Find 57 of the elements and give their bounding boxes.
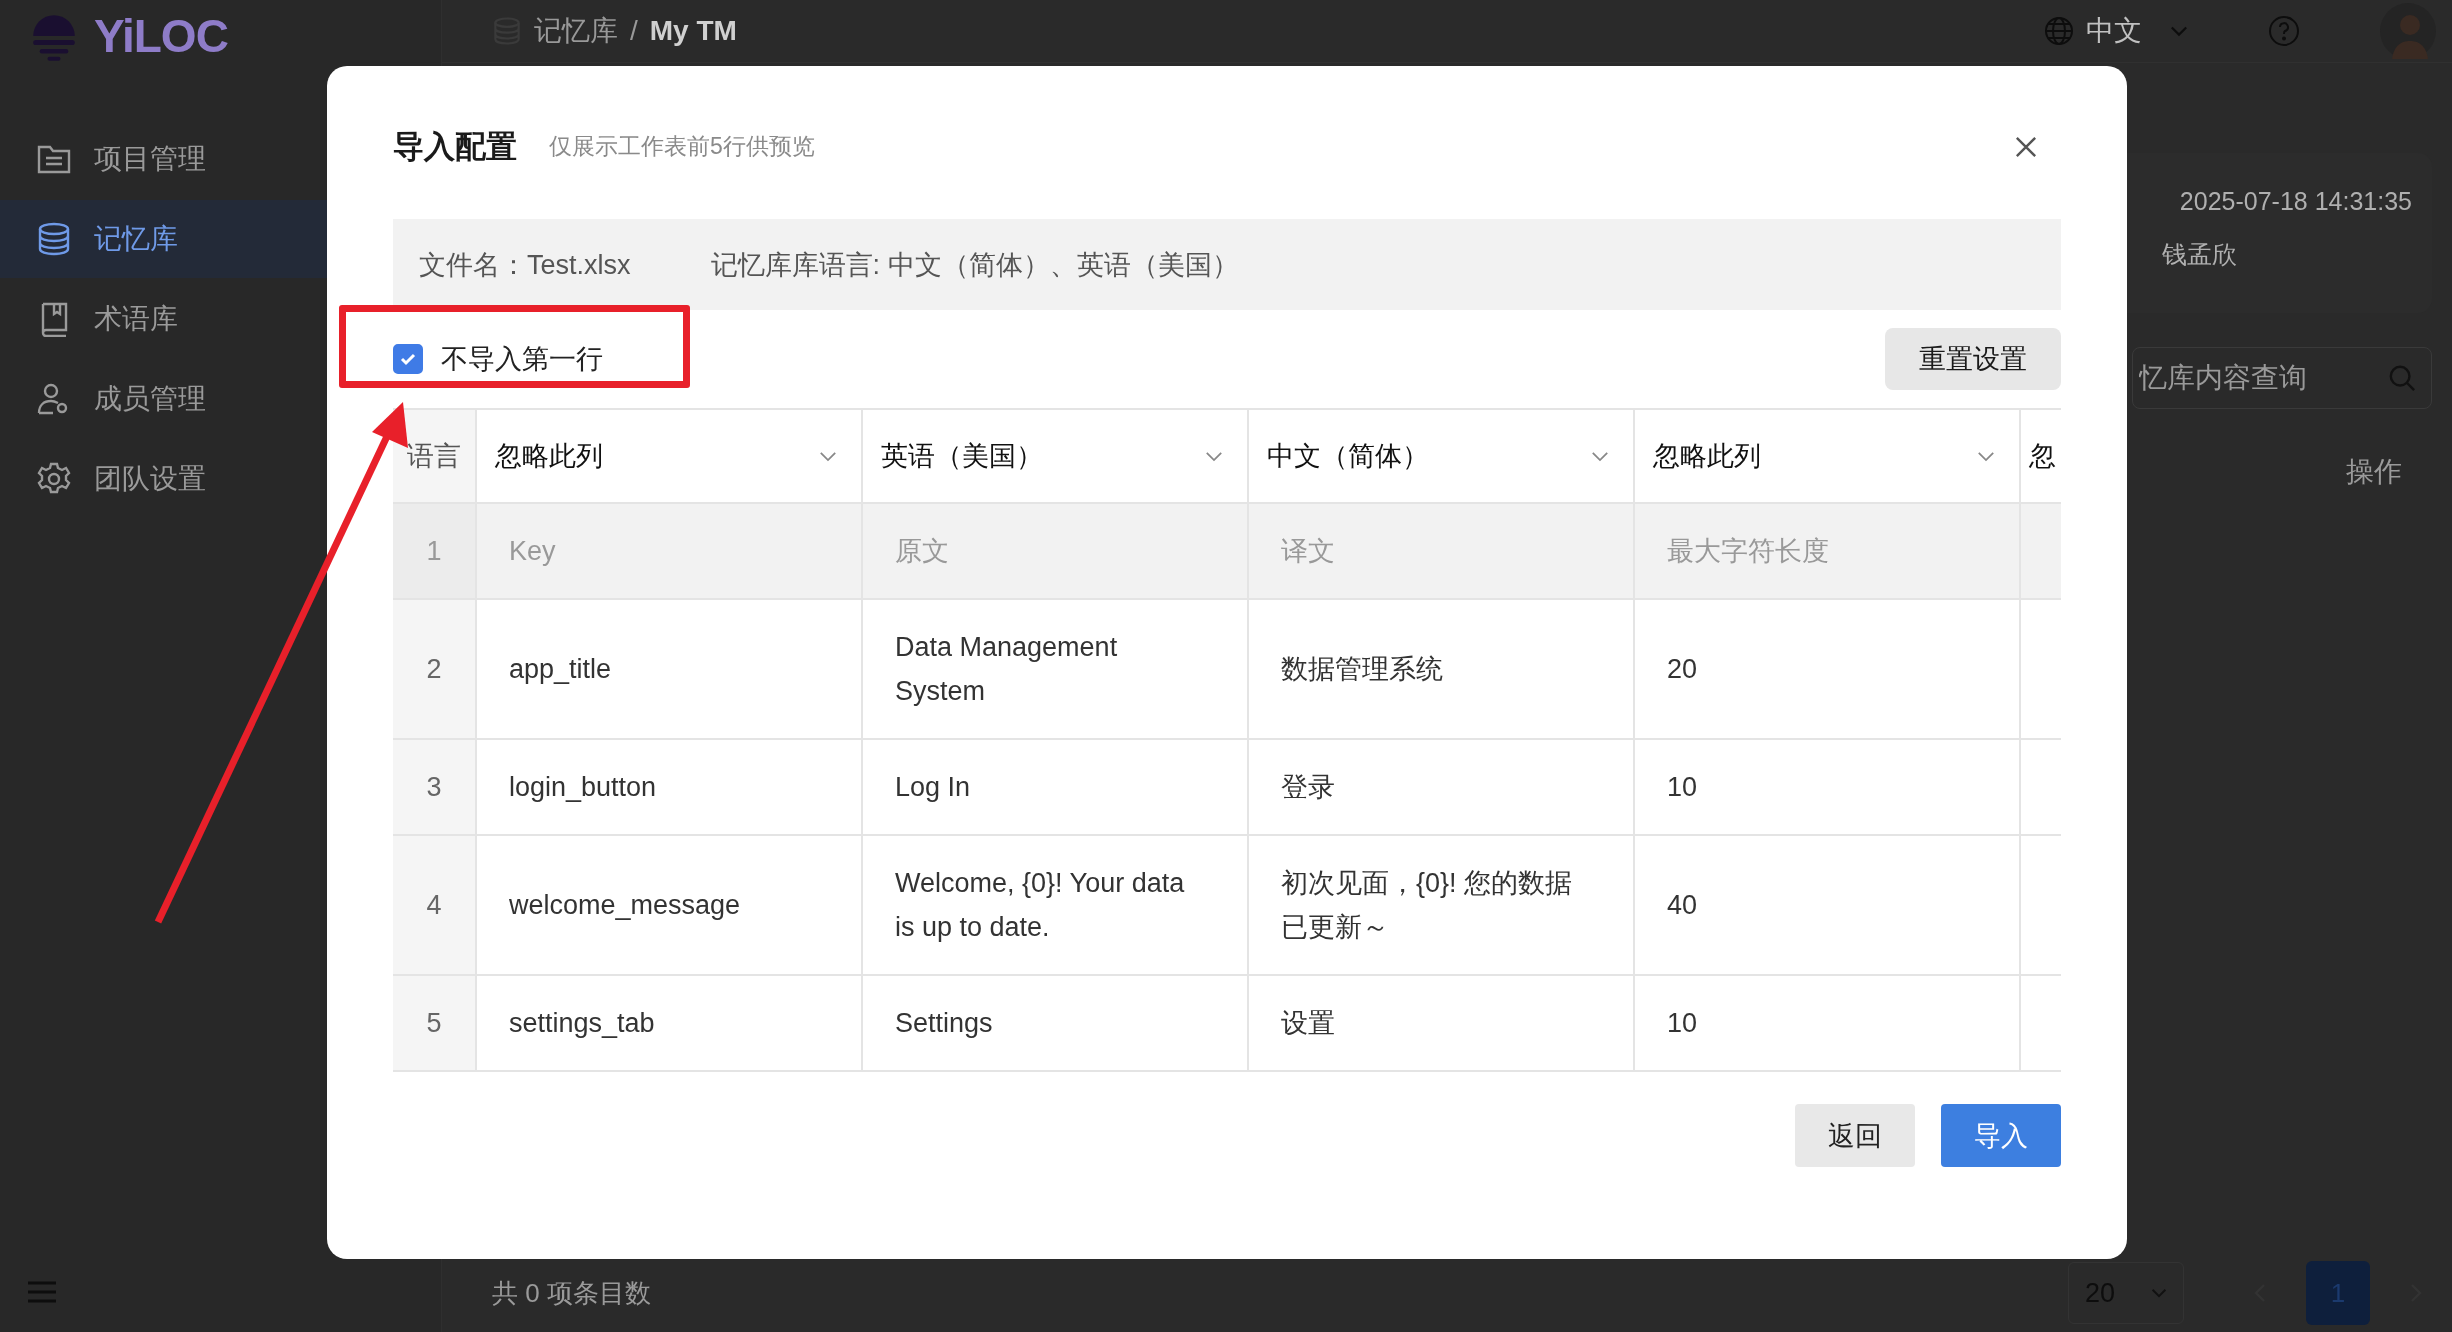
table-cell: 初次见面，{0}! 您的数据已更新～ — [1249, 836, 1635, 976]
table-header-cell: 语言 — [393, 410, 477, 504]
table-cell: Log In — [863, 740, 1249, 836]
row-number: 4 — [393, 836, 477, 976]
chevron-down-icon — [819, 450, 837, 462]
table-cell: Welcome, {0}! Your data is up to date. — [863, 836, 1249, 976]
table-cell: app_title — [477, 600, 863, 740]
table-cell: Settings — [863, 976, 1249, 1072]
row-number: 3 — [393, 740, 477, 836]
table-cell: 10 — [1635, 976, 2021, 1072]
row-number: 5 — [393, 976, 477, 1072]
owner-name: 钱孟欣 — [2161, 239, 2237, 270]
updated-time: 2025-07-18 14:31:35 — [2179, 187, 2412, 216]
dialog-title: 导入配置 — [393, 127, 517, 166]
close-icon[interactable] — [2015, 135, 2037, 158]
menu-icon[interactable] — [28, 1281, 56, 1303]
table-cell: 最大字符长度 — [1635, 504, 2021, 600]
table-cell: 译文 — [1249, 504, 1635, 600]
table-cell: 设置 — [1249, 976, 1635, 1072]
table-cell: 20 — [1635, 600, 2021, 740]
language-selector[interactable]: 中文 — [2044, 12, 2188, 50]
globe-icon — [2044, 16, 2074, 46]
chevron-down-icon — [1977, 450, 1995, 462]
table-cell: 10 — [1635, 740, 2021, 836]
row-number: 2 — [393, 600, 477, 740]
row-number: 1 — [393, 504, 477, 600]
chevron-down-icon — [2170, 25, 2188, 37]
breadcrumb-separator: / — [630, 15, 638, 47]
chevron-down-icon — [2151, 1288, 2167, 1298]
logo-text: YiLOC — [94, 9, 228, 63]
chevron-down-icon — [1205, 450, 1223, 462]
table-cell: Key — [477, 504, 863, 600]
column-header: 操作 — [2346, 455, 2402, 489]
table-cell: 原文 — [863, 504, 1249, 600]
search-field[interactable]: 忆库内容查询 — [2132, 347, 2432, 409]
database-icon — [36, 221, 72, 257]
table-cell: 数据管理系统 — [1249, 600, 1635, 740]
table-cell: 登录 — [1249, 740, 1635, 836]
table-cell: 40 — [1635, 836, 2021, 976]
table-cell: login_button — [477, 740, 863, 836]
chevron-down-icon — [1591, 450, 1609, 462]
help-icon[interactable] — [2268, 15, 2300, 47]
breadcrumb-link[interactable]: 记忆库 — [534, 12, 618, 50]
checkbox-label[interactable]: 不导入第一行 — [441, 341, 603, 377]
total-count: 共 0 项条目数 — [492, 1276, 651, 1310]
memory-languages: 记忆库库语言: 中文（简体）、英语（美国） — [710, 248, 1239, 282]
import-button[interactable]: 导入 — [1941, 1104, 2061, 1167]
dialog-subtitle: 仅展示工作表前5行供预览 — [549, 132, 816, 161]
reset-button[interactable]: 重置设置 — [1885, 328, 2061, 390]
table-cell: Data Management System — [863, 600, 1249, 740]
search-icon — [2388, 364, 2416, 392]
sidebar-item[interactable]: 术语库 — [0, 280, 441, 358]
checkbox[interactable] — [393, 344, 423, 374]
breadcrumb-current: My TM — [649, 15, 737, 47]
table-cell: welcome_message — [477, 836, 863, 976]
back-button[interactable]: 返回 — [1795, 1104, 1915, 1167]
table-cell: settings_tab — [477, 976, 863, 1072]
